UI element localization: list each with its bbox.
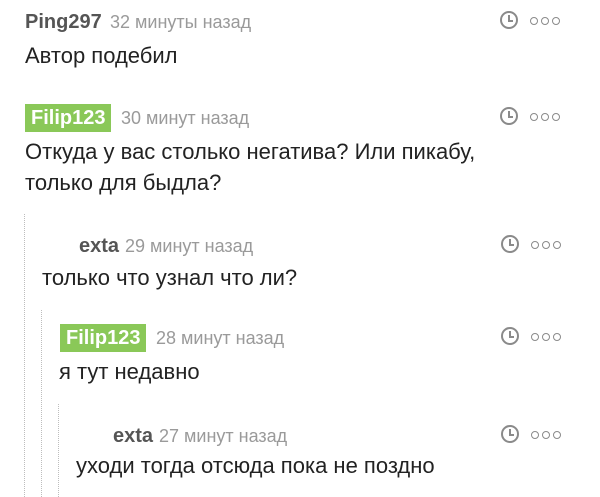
comment-header: Ping297 32 минуты назад xyxy=(0,8,600,36)
comment: Filip123 30 минут назад Откуда у вас сто… xyxy=(0,104,600,204)
comment-text: только что узнал что ли? xyxy=(42,265,298,290)
clock-icon[interactable] xyxy=(500,11,518,29)
more-options-icon[interactable] xyxy=(531,333,561,341)
more-options-icon[interactable] xyxy=(530,17,560,25)
more-options-icon[interactable] xyxy=(531,431,561,439)
comment-header: exta 27 минут назад xyxy=(59,422,600,450)
comment-author[interactable]: Ping297 xyxy=(25,8,102,36)
clock-icon[interactable] xyxy=(501,425,519,443)
comment-time[interactable]: 28 минут назад xyxy=(156,324,284,352)
comment-header: Filip123 28 минут назад xyxy=(42,324,600,352)
comment-author[interactable]: exta xyxy=(79,232,119,260)
comment-header: exta 29 минут назад xyxy=(25,232,600,260)
comment-text: уходи тогда отсюда пока не поздно xyxy=(76,453,435,478)
comment-author[interactable]: Filip123 xyxy=(60,324,147,352)
comment-text: Откуда у вас столько негатива? Или пикаб… xyxy=(25,139,476,195)
comment-header: Filip123 30 минут назад xyxy=(0,104,600,132)
comment: exta 27 минут назад уходи тогда отсюда п… xyxy=(58,404,600,497)
comment-text: Автор подебил xyxy=(25,43,178,68)
comment-time[interactable]: 27 минут назад xyxy=(159,422,287,450)
comment-author[interactable]: Filip123 xyxy=(25,104,112,132)
more-options-icon[interactable] xyxy=(530,113,560,121)
comment-author[interactable]: exta xyxy=(113,422,153,450)
clock-icon[interactable] xyxy=(500,107,518,125)
comment-time[interactable]: 29 минут назад xyxy=(125,232,253,260)
comment-text: я тут недавно xyxy=(59,359,200,384)
clock-icon[interactable] xyxy=(501,235,519,253)
comment-thread: Ping297 32 минуты назад Автор подебил Fi… xyxy=(0,0,600,497)
clock-icon[interactable] xyxy=(501,327,519,345)
comment: Ping297 32 минуты назад Автор подебил xyxy=(0,8,600,78)
more-options-icon[interactable] xyxy=(531,241,561,249)
comment-time[interactable]: 32 минуты назад xyxy=(110,8,251,36)
comment-time[interactable]: 30 минут назад xyxy=(121,104,249,132)
